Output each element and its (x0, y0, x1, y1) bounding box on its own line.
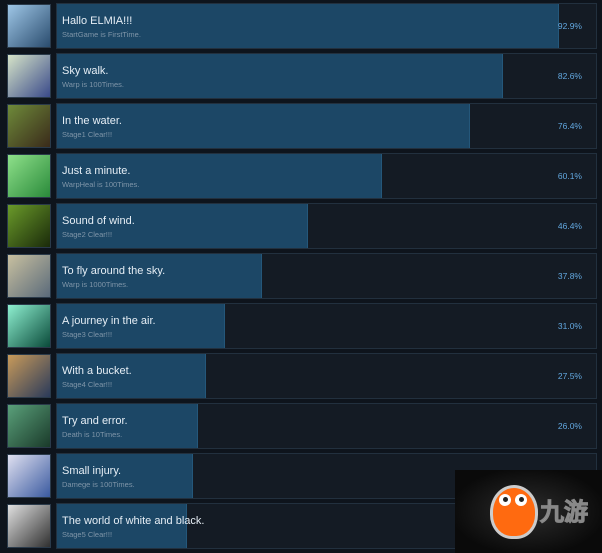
achievement-icon (7, 404, 51, 448)
achievement-icon (7, 104, 51, 148)
achievement-title: Sky walk. (62, 65, 109, 77)
achievement-title: With a bucket. (62, 365, 132, 377)
achievement-description: Stage5 Clear!!! (62, 530, 113, 539)
achievement-progress-bar: Sound of wind. Stage2 Clear!!! 46.4% (56, 203, 597, 249)
achievement-title: A journey in the air. (62, 315, 156, 327)
achievement-icon (7, 454, 51, 498)
achievement-description: Death is 10Times. (62, 430, 123, 439)
achievement-icon (7, 304, 51, 348)
watermark-text: 九游 (540, 498, 589, 527)
achievement-description: WarpHeal is 100Times. (62, 180, 140, 189)
achievement-row[interactable]: To fly around the sky. Warp is 1000Times… (0, 253, 602, 299)
achievement-title: To fly around the sky. (62, 265, 166, 277)
achievement-description: Warp is 1000Times. (62, 280, 129, 289)
watermark: 九游 (455, 470, 602, 553)
achievement-description: Stage4 Clear!!! (62, 380, 113, 389)
achievement-row[interactable]: Try and error. Death is 10Times. 26.0% (0, 403, 602, 449)
achievement-icon (7, 354, 51, 398)
achievement-description: Stage1 Clear!!! (62, 130, 113, 139)
progress-fill (57, 54, 504, 98)
achievement-percent: 76.4% (557, 121, 582, 131)
achievement-row[interactable]: In the water. Stage1 Clear!!! 76.4% (0, 103, 602, 149)
achievement-row[interactable]: With a bucket. Stage4 Clear!!! 27.5% (0, 353, 602, 399)
achievement-description: Warp is 100Times. (62, 80, 124, 89)
achievement-title: Try and error. (62, 415, 128, 427)
achievement-row[interactable]: Sound of wind. Stage2 Clear!!! 46.4% (0, 203, 602, 249)
achievement-row[interactable]: Hallo ELMIA!!! StartGame is FirstTime. 9… (0, 3, 602, 49)
achievement-title: In the water. (62, 115, 122, 127)
achievement-icon (7, 54, 51, 98)
achievement-percent: 37.8% (557, 271, 582, 281)
achievement-description: StartGame is FirstTime. (62, 30, 141, 39)
achievement-row[interactable]: Just a minute. WarpHeal is 100Times. 60.… (0, 153, 602, 199)
achievement-progress-bar: In the water. Stage1 Clear!!! 76.4% (56, 103, 597, 149)
achievement-progress-bar: Hallo ELMIA!!! StartGame is FirstTime. 9… (56, 3, 597, 49)
achievement-percent: 92.9% (557, 21, 582, 31)
achievement-title: The world of white and black. (62, 515, 205, 527)
achievement-percent: 82.6% (557, 71, 582, 81)
achievement-icon (7, 204, 51, 248)
achievement-percent: 46.4% (557, 221, 582, 231)
achievement-icon (7, 154, 51, 198)
achievement-progress-bar: Just a minute. WarpHeal is 100Times. 60.… (56, 153, 597, 199)
achievement-row[interactable]: Sky walk. Warp is 100Times. 82.6% (0, 53, 602, 99)
achievement-percent: 31.0% (557, 321, 582, 331)
achievement-description: Damege is 100Times. (62, 480, 135, 489)
achievement-icon (7, 254, 51, 298)
achievement-percent: 26.0% (557, 421, 582, 431)
achievement-progress-bar: Try and error. Death is 10Times. 26.0% (56, 403, 597, 449)
achievement-title: Sound of wind. (62, 215, 135, 227)
achievement-row[interactable]: A journey in the air. Stage3 Clear!!! 31… (0, 303, 602, 349)
achievement-icon (7, 4, 51, 48)
achievement-title: Hallo ELMIA!!! (62, 15, 133, 27)
achievement-icon (7, 504, 51, 548)
achievement-description: Stage2 Clear!!! (62, 230, 113, 239)
watermark-mascot-icon (490, 485, 538, 539)
achievement-progress-bar: To fly around the sky. Warp is 1000Times… (56, 253, 597, 299)
achievement-progress-bar: A journey in the air. Stage3 Clear!!! 31… (56, 303, 597, 349)
achievement-title: Just a minute. (62, 165, 131, 177)
achievement-percent: 27.5% (557, 371, 582, 381)
achievement-progress-bar: Sky walk. Warp is 100Times. 82.6% (56, 53, 597, 99)
achievement-description: Stage3 Clear!!! (62, 330, 113, 339)
achievement-percent: 60.1% (557, 171, 582, 181)
achievement-title: Small injury. (62, 465, 122, 477)
achievement-progress-bar: With a bucket. Stage4 Clear!!! 27.5% (56, 353, 597, 399)
